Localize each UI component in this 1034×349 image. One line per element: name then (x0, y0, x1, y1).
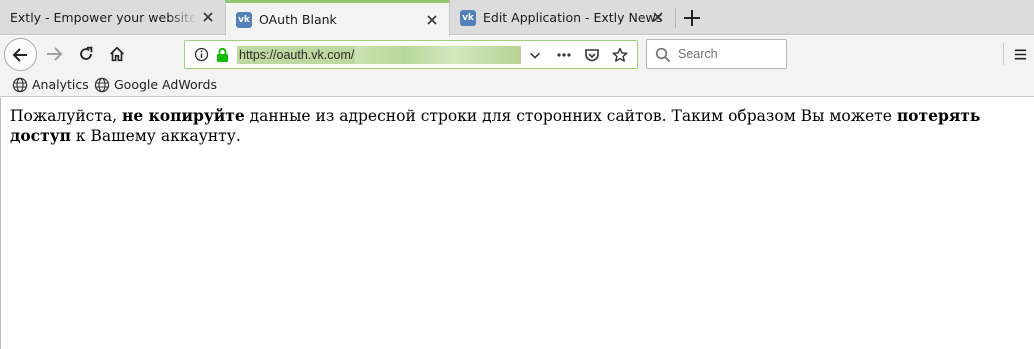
bookmark-google-adwords[interactable]: Google AdWords (94, 75, 217, 94)
vk-icon: vk (460, 9, 476, 26)
arrow-right-icon (47, 47, 63, 61)
tab-title: OAuth Blank (259, 12, 337, 27)
search-input[interactable]: Search (646, 39, 787, 69)
search-placeholder: Search (678, 47, 718, 61)
pocket-icon[interactable] (583, 47, 601, 63)
globe-icon (94, 77, 110, 92)
search-icon (655, 47, 671, 63)
close-tab-icon[interactable] (651, 10, 665, 24)
reload-button[interactable] (76, 44, 96, 64)
tab-edit-application[interactable]: vk Edit Application - Extly News (450, 0, 675, 35)
url-text[interactable]: https://oauth.vk.com/ (237, 46, 357, 64)
close-tab-icon[interactable] (201, 10, 215, 24)
menu-button[interactable] (1010, 44, 1030, 64)
new-tab-button[interactable] (681, 7, 703, 29)
redacted-url-region (355, 46, 521, 64)
close-tab-icon[interactable] (425, 13, 439, 27)
security-warning-text: Пожалуйста, не копируйте данные из адрес… (10, 106, 1028, 146)
notice-text: данные из адресной строки для сторонних … (244, 107, 897, 125)
back-button[interactable] (4, 38, 37, 71)
more-actions-icon[interactable] (555, 47, 573, 63)
bookmark-analytics[interactable]: Analytics (12, 75, 89, 94)
notice-emphasis: не копируйте (122, 106, 245, 125)
tab-title: Edit Application - Extly News (483, 10, 663, 25)
tab-extly[interactable]: Extly - Empower your website with (0, 0, 225, 35)
notice-text: к Вашему аккаунту. (70, 127, 241, 145)
bookmark-label: Analytics (32, 77, 89, 92)
info-icon (194, 47, 209, 62)
reload-icon (80, 46, 93, 60)
plus-icon (684, 10, 700, 26)
tab-title: Extly - Empower your website with (10, 10, 196, 25)
navigation-toolbar: https://oauth.vk.com/ Search (0, 36, 1034, 72)
page-content: Пожалуйста, не копируйте данные из адрес… (0, 98, 1034, 349)
tab-oauth-blank[interactable]: vk OAuth Blank (225, 0, 450, 36)
tab-strip: Extly - Empower your website with vk OAu… (0, 0, 1034, 36)
lock-icon (217, 47, 228, 62)
bookmark-star-icon[interactable] (611, 47, 629, 63)
forward-button[interactable] (44, 44, 64, 64)
hamburger-menu-icon (1014, 48, 1026, 60)
notice-text: Пожалуйста, (10, 107, 122, 125)
vk-icon: vk (236, 11, 252, 28)
bookmarks-toolbar: Analytics Google AdWords (0, 72, 1034, 97)
chevron-down-icon[interactable] (526, 47, 544, 63)
home-button[interactable] (107, 44, 127, 64)
home-icon (110, 46, 124, 62)
toolbar-separator (1003, 43, 1004, 65)
arrow-left-icon (12, 47, 27, 62)
globe-icon (12, 77, 28, 92)
tab-separator (675, 8, 676, 28)
bookmark-label: Google AdWords (114, 77, 217, 92)
url-bar[interactable]: https://oauth.vk.com/ (184, 40, 638, 69)
